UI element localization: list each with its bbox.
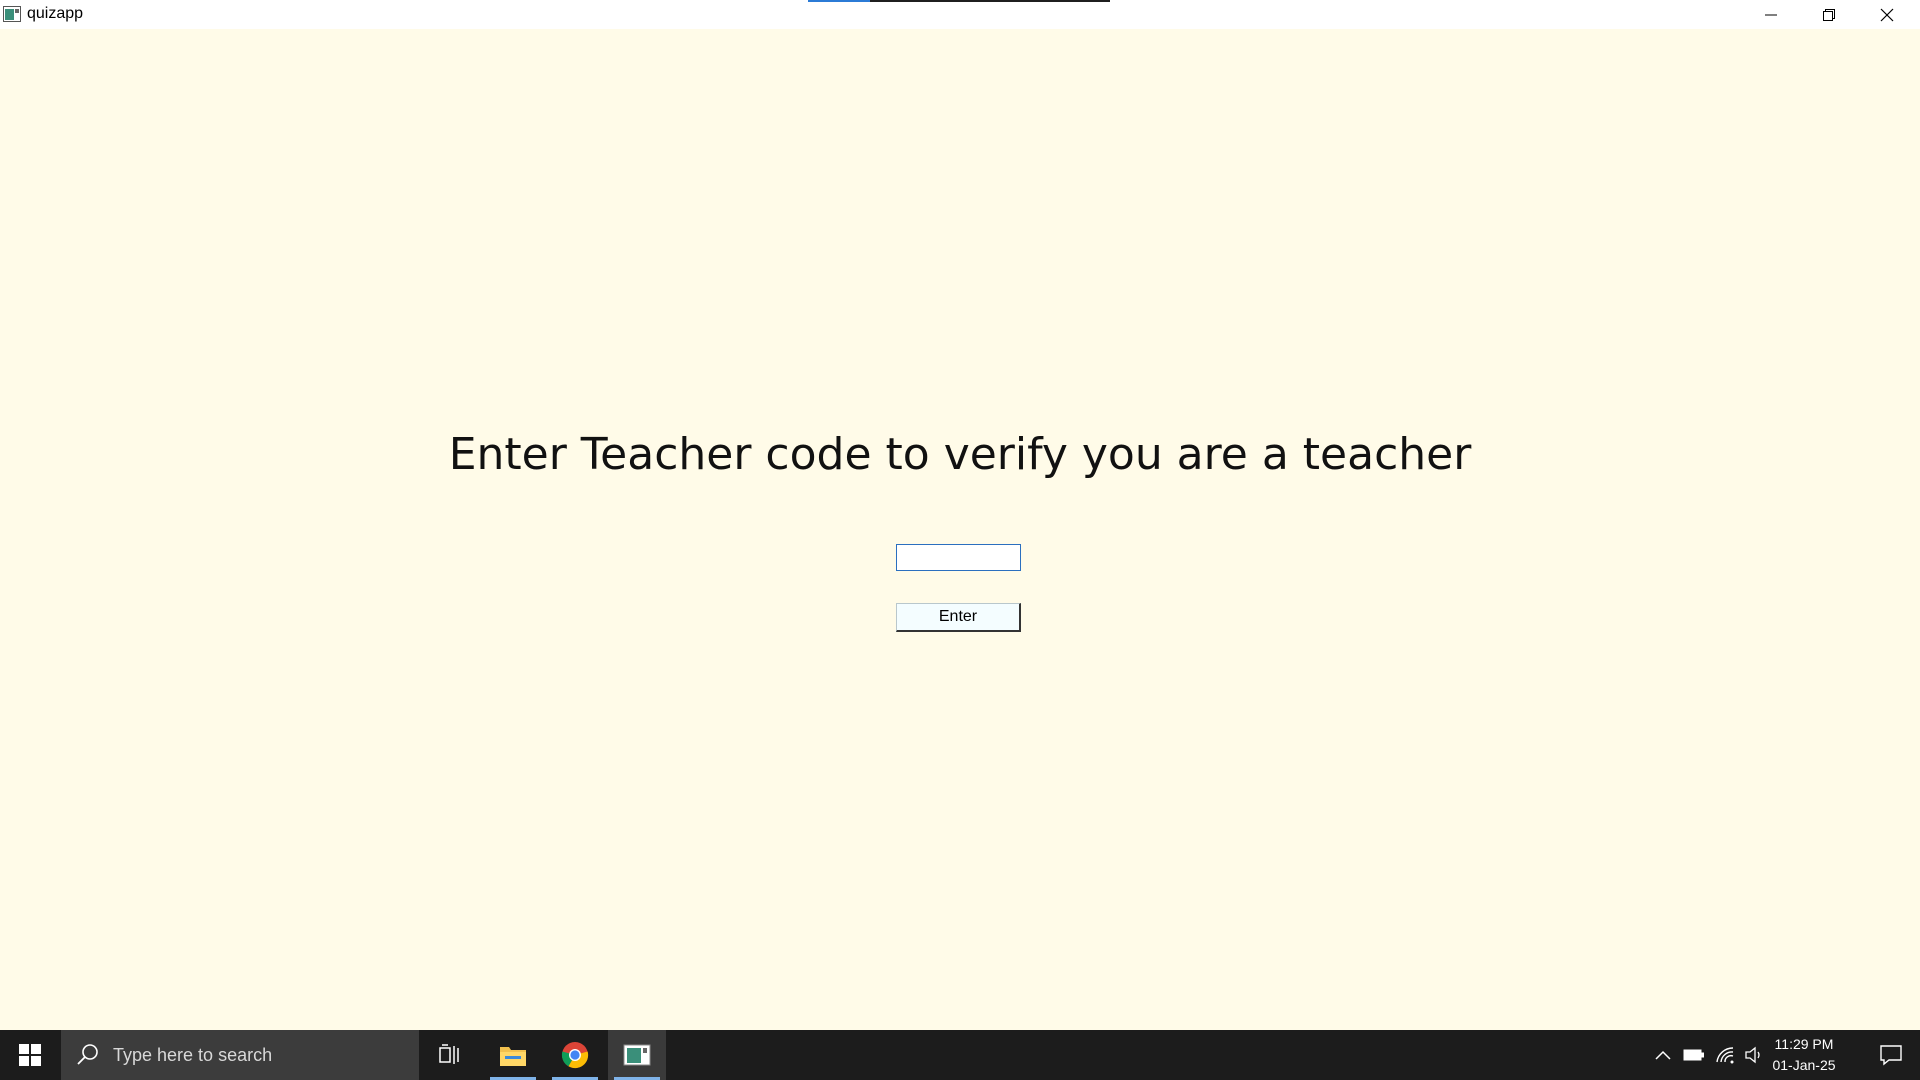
- title-bar: quizapp: [0, 0, 1920, 29]
- page-heading: Enter Teacher code to verify you are a t…: [448, 429, 1472, 480]
- title-accent-highlight: [808, 0, 870, 2]
- show-hidden-icons-button[interactable]: [1649, 1030, 1677, 1080]
- quizapp-icon: [623, 1044, 651, 1066]
- main-window: Enter Teacher code to verify you are a t…: [0, 29, 1920, 1030]
- taskbar-search[interactable]: Type here to search: [61, 1030, 419, 1080]
- start-button[interactable]: [0, 1030, 60, 1080]
- minimize-icon: [1765, 14, 1777, 15]
- teacher-code-input[interactable]: [896, 544, 1021, 571]
- minimize-button[interactable]: [1742, 0, 1800, 29]
- task-view-icon: [439, 1044, 459, 1064]
- window-title: quizapp: [27, 5, 84, 22]
- clock-date: 01-Jan-25: [1772, 1057, 1836, 1073]
- windows-logo-icon: [19, 1044, 41, 1066]
- enter-button[interactable]: Enter: [896, 603, 1021, 632]
- file-explorer-button[interactable]: [484, 1030, 542, 1080]
- battery-icon: [1683, 1049, 1704, 1061]
- battery-button[interactable]: [1680, 1030, 1708, 1080]
- taskbar-clock[interactable]: 11:29 PM 01-Jan-25: [1756, 1034, 1852, 1076]
- close-icon: [1880, 8, 1894, 21]
- clock-time: 11:29 PM: [1774, 1036, 1834, 1052]
- restore-button[interactable]: [1800, 0, 1858, 29]
- show-hidden-icons-icon: [1655, 1050, 1671, 1060]
- wifi-button[interactable]: [1711, 1030, 1739, 1080]
- search-placeholder: Type here to search: [113, 1044, 273, 1065]
- file-explorer-icon: [500, 1047, 526, 1066]
- action-center-button[interactable]: [1862, 1030, 1920, 1080]
- task-view-button[interactable]: [421, 1030, 479, 1080]
- app-window-icon: [3, 6, 21, 22]
- notification-icon: [1880, 1045, 1902, 1066]
- chrome-icon: [561, 1042, 589, 1069]
- restore-icon: [1823, 8, 1835, 21]
- search-icon: [77, 1044, 98, 1065]
- close-button[interactable]: [1858, 0, 1916, 29]
- quizapp-taskbar-button[interactable]: [608, 1030, 666, 1080]
- wifi-icon: [1716, 1047, 1734, 1064]
- taskbar: Type here to search 11:29 PM 01-Jan-25: [0, 1030, 1920, 1080]
- chrome-button[interactable]: [546, 1030, 604, 1080]
